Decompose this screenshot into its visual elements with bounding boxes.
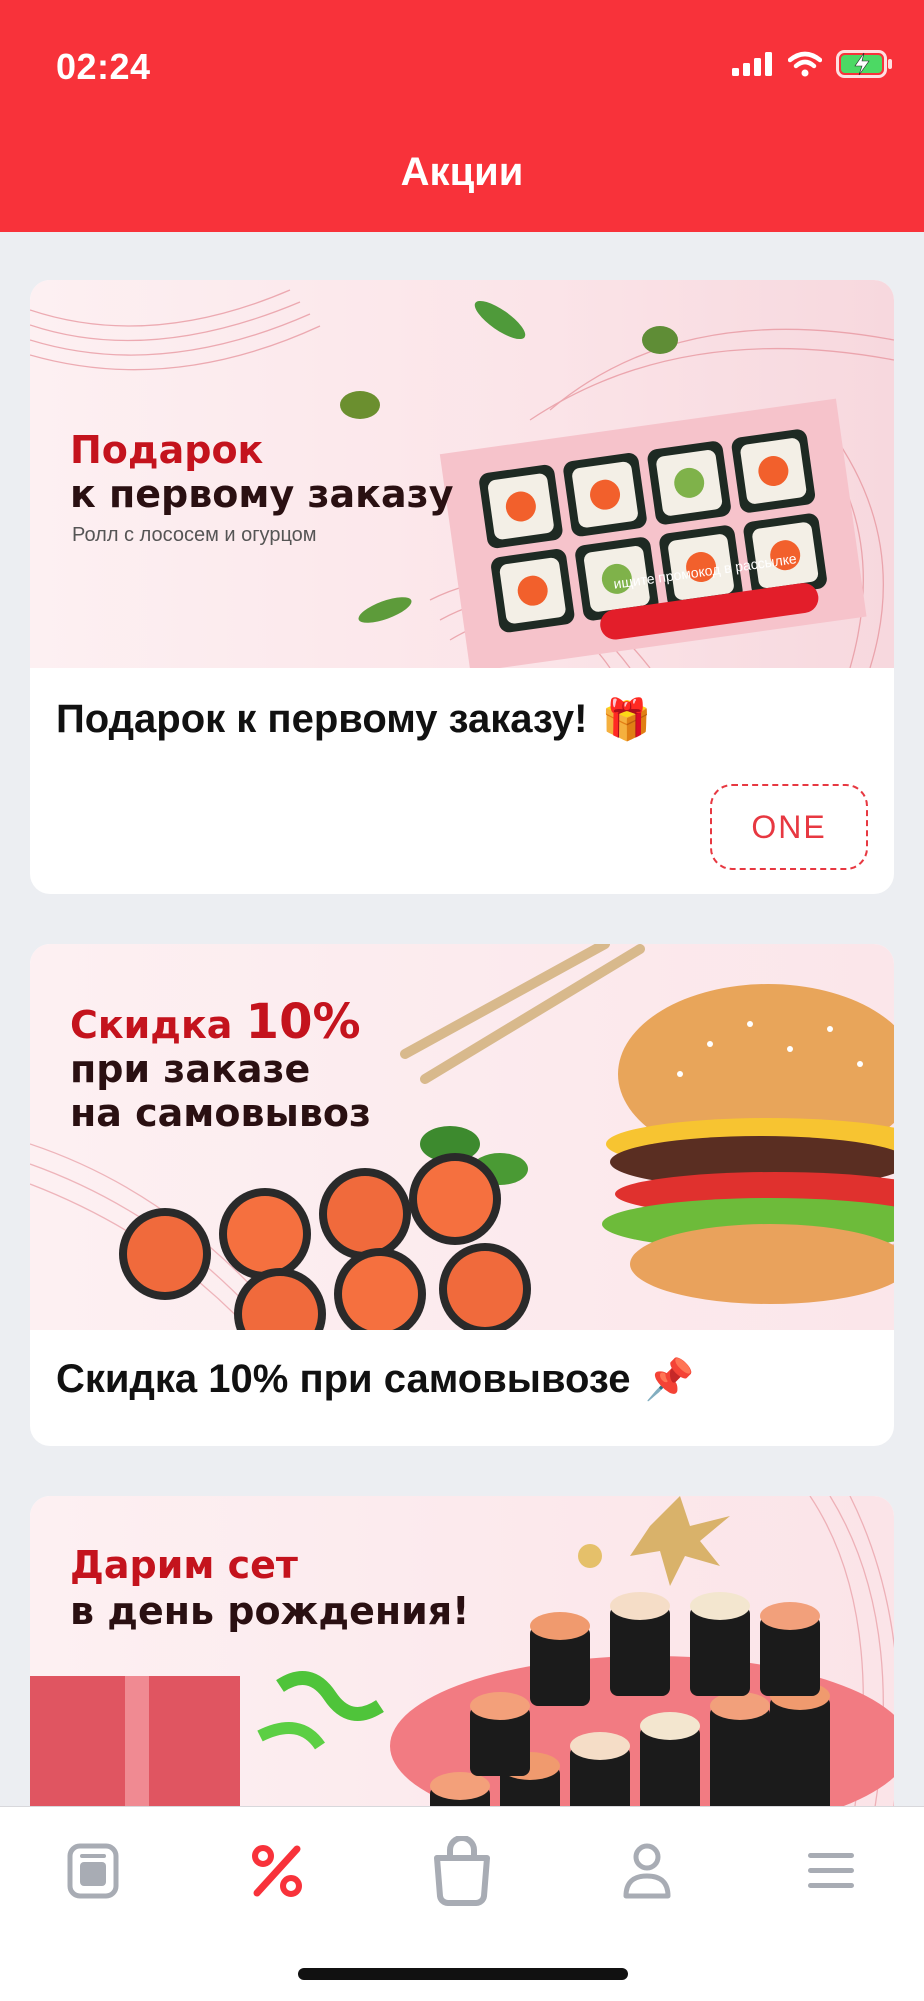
banner-subtitle: Ролл с лососем и огурцом: [72, 524, 317, 546]
banner-title-line2: к первому заказу: [70, 472, 454, 516]
status-time: 02:24: [56, 46, 151, 87]
banner-title: Подарок к первому заказу: [70, 428, 453, 516]
page-title: Акции: [400, 150, 524, 194]
card-title-text: Скидка 10% при самовывозе: [56, 1357, 631, 1401]
banner-line1-percent: 10%: [245, 994, 361, 1050]
tab-menu[interactable]: [38, 1831, 148, 1911]
home-indicator: [298, 1968, 628, 1980]
battery-charging-icon: [836, 50, 892, 78]
hamburger-icon: [808, 1853, 854, 1888]
tab-more[interactable]: [776, 1831, 886, 1911]
profile-icon: [623, 1843, 671, 1899]
percent-icon: [252, 1845, 302, 1897]
promo-code-button[interactable]: ONE: [710, 784, 868, 870]
signal-icon: [732, 52, 772, 76]
bag-icon: [434, 1836, 490, 1906]
banner-line1: Дарим сет: [70, 1543, 298, 1587]
tab-cart[interactable]: [407, 1831, 517, 1911]
promo-card-pickup-discount[interactable]: Скидка 10% при заказе на самовывоз Скидк…: [30, 944, 894, 1446]
card-title-text: Подарок к первому заказу!: [56, 697, 588, 741]
wifi-icon: [788, 51, 822, 77]
card-title: Скидка 10% при самовывозе 📌: [56, 1356, 694, 1403]
promo-card-birthday-set[interactable]: Дарим сет в день рождения!: [30, 1496, 894, 1836]
menu-card-icon: [67, 1843, 119, 1899]
banner-title: Дарим сет в день рождения!: [70, 1542, 469, 1634]
banner-title: Скидка 10% при заказе на самовывоз: [70, 998, 372, 1135]
banner-line1-text: Скидка: [70, 1003, 233, 1047]
banner-line2: в день рождения!: [70, 1589, 470, 1633]
status-icons: [732, 50, 894, 78]
banner-line3: на самовывоз: [70, 1091, 372, 1135]
tab-promotions[interactable]: [222, 1831, 332, 1911]
gift-emoji-icon: 🎁: [601, 698, 652, 742]
promo-card-first-order[interactable]: Подарок к первому заказу Ролл с лососем …: [30, 280, 894, 894]
promo-banner-image: Дарим сет в день рождения!: [30, 1496, 894, 1836]
promo-banner-image: Подарок к первому заказу Ролл с лососем …: [30, 280, 894, 668]
tab-profile[interactable]: [592, 1831, 702, 1911]
banner-line2: при заказе: [70, 1047, 311, 1091]
promo-banner-image: Скидка 10% при заказе на самовывоз: [30, 944, 894, 1330]
pin-emoji-icon: 📌: [644, 1358, 695, 1402]
header-bar: 02:24 Акции: [0, 0, 924, 232]
banner-title-line1: Подарок: [70, 428, 264, 472]
card-title: Подарок к первому заказу! 🎁: [56, 696, 651, 743]
